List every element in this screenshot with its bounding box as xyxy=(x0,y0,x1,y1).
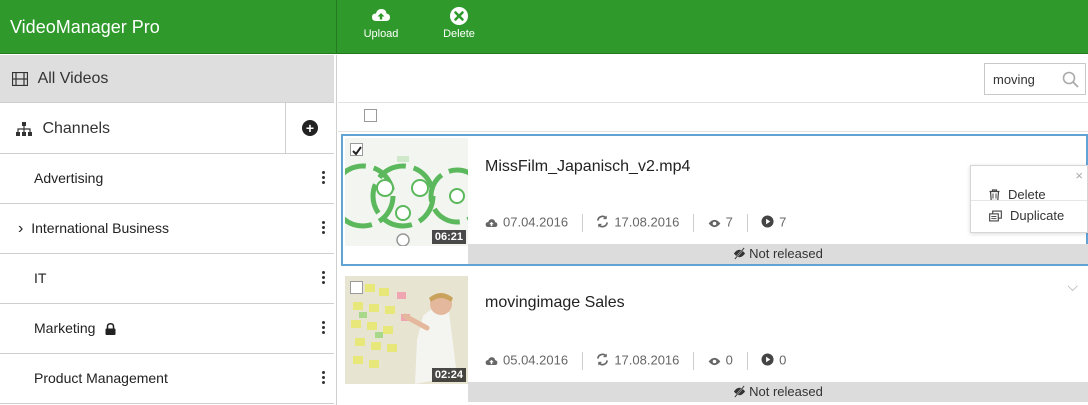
play-circle-icon xyxy=(761,353,774,366)
release-status: Not released xyxy=(749,246,823,261)
release-status-bar: Not released xyxy=(468,382,1088,402)
upload-date: 05.04.2016 xyxy=(503,352,569,368)
sidebar-item-all-videos[interactable]: All Videos xyxy=(0,55,334,103)
search-box[interactable] xyxy=(984,63,1086,95)
channel-label: Advertising xyxy=(34,170,104,186)
upload-date: 07.04.2016 xyxy=(503,214,569,230)
chevron-down-icon[interactable]: ⌵ xyxy=(1067,278,1078,295)
duplicate-icon xyxy=(989,210,1002,222)
video-select-checkbox[interactable] xyxy=(350,281,363,294)
video-card[interactable]: 02:24 ⌵ movingimage Sales 05.04.2016 17.… xyxy=(341,272,1088,404)
eye-icon xyxy=(708,220,721,228)
channel-label: Marketing xyxy=(34,320,96,336)
sidebar-item-it[interactable]: IT xyxy=(0,254,334,304)
upload-label: Upload xyxy=(363,28,399,40)
sidebar-item-international-business[interactable]: › International Business xyxy=(0,204,334,254)
add-channel-button[interactable]: + xyxy=(285,103,334,153)
context-duplicate-label: Duplicate xyxy=(1010,208,1065,223)
view-count: 0 xyxy=(725,352,733,368)
video-thumbnail[interactable]: 06:21 xyxy=(345,138,468,246)
video-meta: 07.04.2016 17.08.2016 7 7 xyxy=(485,214,786,232)
channel-label: IT xyxy=(34,270,47,286)
kebab-menu-icon[interactable] xyxy=(322,171,326,187)
sidebar-item-product-management[interactable]: Product Management xyxy=(0,354,334,404)
eye-icon xyxy=(708,358,721,366)
cloud-upload-icon xyxy=(372,9,390,21)
video-select-checkbox[interactable] xyxy=(350,143,363,156)
upload-button[interactable]: Upload xyxy=(355,6,407,50)
lock-icon xyxy=(105,323,116,335)
modified-date: 17.08.2016 xyxy=(614,352,680,368)
unreleased-icon xyxy=(734,385,746,398)
view-count: 7 xyxy=(725,214,733,230)
modified-date: 17.08.2016 xyxy=(614,214,680,230)
channels-label: Channels xyxy=(42,120,111,137)
release-status-bar: Not released xyxy=(468,244,1088,264)
channel-label: International Business xyxy=(31,220,169,236)
sidebar-item-advertising[interactable]: Advertising xyxy=(0,154,334,204)
cloud-upload-icon xyxy=(485,357,498,366)
video-title[interactable]: MissFilm_Japanisch_v2.mp4 xyxy=(485,158,690,176)
film-icon xyxy=(12,71,28,86)
sidebar: All Videos Channels + Advertising › Inte… xyxy=(0,55,337,405)
video-title[interactable]: movingimage Sales xyxy=(485,294,625,312)
checkmark-icon xyxy=(352,146,362,156)
all-videos-label: All Videos xyxy=(37,70,109,87)
delete-button[interactable]: Delete xyxy=(433,6,485,50)
delete-circle-x-icon xyxy=(450,7,468,25)
select-all-row xyxy=(338,104,1088,132)
video-meta: 05.04.2016 17.08.2016 0 0 xyxy=(485,352,786,370)
video-duration: 06:21 xyxy=(431,230,466,244)
video-thumbnail[interactable]: 02:24 xyxy=(345,276,468,384)
kebab-menu-icon[interactable] xyxy=(322,321,326,337)
search-input[interactable] xyxy=(985,64,1055,94)
search-row xyxy=(338,55,1088,103)
sidebar-item-marketing[interactable]: Marketing xyxy=(0,304,334,354)
kebab-menu-icon[interactable] xyxy=(322,371,326,387)
app-title: VideoManager Pro xyxy=(0,0,337,54)
play-circle-icon xyxy=(761,215,774,228)
unreleased-icon xyxy=(734,247,746,260)
sitemap-icon xyxy=(16,121,32,136)
refresh-icon xyxy=(597,353,609,366)
release-status: Not released xyxy=(749,384,823,399)
video-duration: 02:24 xyxy=(431,368,466,382)
cloud-upload-icon xyxy=(485,219,498,228)
select-all-checkbox[interactable] xyxy=(364,109,377,122)
play-count: 7 xyxy=(779,214,787,230)
sidebar-item-channels[interactable]: Channels + xyxy=(0,103,334,154)
plus-circle-icon: + xyxy=(302,120,318,136)
kebab-menu-icon[interactable] xyxy=(322,221,326,237)
play-count: 0 xyxy=(779,352,787,368)
video-context-menu: × Delete Duplicate xyxy=(970,165,1088,233)
top-bar: VideoManager Pro Upload Delete xyxy=(0,0,1088,54)
channel-label: Product Management xyxy=(34,370,168,386)
delete-label: Delete xyxy=(443,28,475,40)
refresh-icon xyxy=(597,215,609,228)
search-icon[interactable] xyxy=(1062,71,1079,88)
chevron-right-icon[interactable]: › xyxy=(18,220,23,237)
context-menu-duplicate[interactable]: Duplicate xyxy=(971,200,1087,230)
kebab-menu-icon[interactable] xyxy=(322,271,326,287)
